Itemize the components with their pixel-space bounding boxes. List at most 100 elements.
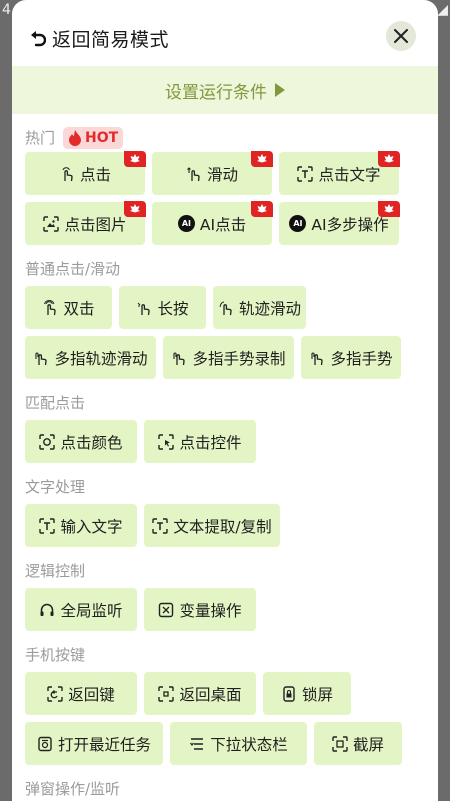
lock-screen-button[interactable]: 锁屏 bbox=[263, 672, 351, 715]
close-button[interactable] bbox=[386, 21, 416, 51]
match-row: 点击颜色 点击控件 bbox=[25, 420, 425, 463]
swipe-label: 滑动 bbox=[206, 165, 238, 184]
set-run-condition-label: 设置运行条件 bbox=[165, 82, 267, 103]
status-glyph-right: ◢ bbox=[437, 2, 448, 18]
multi-finger-record-button[interactable]: 多指手势录制 bbox=[163, 336, 294, 379]
normal-row-1: 双击 长按 轨迹滑动 bbox=[25, 286, 425, 329]
home-key-button[interactable]: 返回桌面 bbox=[144, 672, 256, 715]
ai-icon: AI bbox=[177, 215, 195, 232]
variable-op-button[interactable]: 变量操作 bbox=[144, 588, 256, 631]
multi-finger-record-label: 多指手势录制 bbox=[192, 349, 286, 368]
widget-scan-icon bbox=[158, 433, 175, 450]
global-listen-label: 全局监听 bbox=[60, 601, 123, 620]
section-title-logic: 逻辑控制 bbox=[25, 562, 425, 580]
section-title-popup: 弹窗操作/监听 bbox=[25, 780, 425, 798]
click-text-button[interactable]: 点击文字 bbox=[279, 151, 400, 195]
multi-finger-track-button[interactable]: 多指轨迹滑动 bbox=[25, 336, 156, 379]
click-widget-button[interactable]: 点击控件 bbox=[144, 420, 256, 463]
click-text-label: 点击文字 bbox=[318, 165, 381, 184]
hot-tag bbox=[378, 151, 400, 167]
track-swipe-button[interactable]: 轨迹滑动 bbox=[213, 286, 306, 329]
section-match-label: 匹配点击 bbox=[25, 394, 86, 412]
leaf-icon bbox=[130, 154, 140, 163]
extract-text-button[interactable]: 文本提取/复制 bbox=[144, 504, 280, 547]
hot-tag bbox=[251, 151, 273, 167]
section-normal-label: 普通点击/滑动 bbox=[25, 260, 121, 278]
home-key-label: 返回桌面 bbox=[179, 685, 242, 704]
multi-finger-gesture-button[interactable]: 多指手势 bbox=[301, 336, 401, 379]
text-input-icon bbox=[39, 517, 56, 534]
leaf-icon bbox=[384, 154, 394, 163]
section-keys-label: 手机按键 bbox=[25, 646, 86, 664]
hot-row-2: 点击图片 AI AI点击 AI AI多步操作 bbox=[25, 201, 425, 245]
click-image-button[interactable]: 点击图片 bbox=[25, 201, 146, 245]
double-click-button[interactable]: 双击 bbox=[25, 286, 112, 329]
screenshot-label: 截屏 bbox=[352, 735, 384, 754]
finger-tap-icon bbox=[62, 166, 73, 181]
section-title-keys: 手机按键 bbox=[25, 646, 425, 664]
long-press-button[interactable]: 长按 bbox=[119, 286, 206, 329]
input-text-button[interactable]: 输入文字 bbox=[25, 504, 137, 547]
pull-status-bar-button[interactable]: 下拉状态栏 bbox=[170, 722, 307, 765]
section-text-label: 文字处理 bbox=[25, 478, 86, 496]
leaf-icon bbox=[384, 204, 394, 213]
section-title-normal: 普通点击/滑动 bbox=[25, 260, 425, 278]
track-swipe-label: 轨迹滑动 bbox=[238, 299, 301, 318]
ai-click-button[interactable]: AI AI点击 bbox=[152, 201, 273, 245]
click-button[interactable]: 点击 bbox=[25, 151, 146, 195]
screenshot-icon bbox=[332, 735, 348, 752]
hot-badge-text: HOT bbox=[85, 130, 119, 146]
ai-multistep-button[interactable]: AI AI多步操作 bbox=[279, 201, 400, 245]
lock-phone-icon bbox=[283, 685, 295, 702]
back-label: 返回简易模式 bbox=[52, 29, 170, 51]
click-widget-label: 点击控件 bbox=[179, 433, 242, 452]
multi-finger-track-label: 多指轨迹滑动 bbox=[54, 349, 148, 368]
close-icon bbox=[394, 29, 408, 43]
hot-row-1: 点击 滑动 点击文字 bbox=[25, 151, 425, 195]
back-key-icon bbox=[47, 685, 63, 702]
section-title-hot: 热门 HOT bbox=[25, 127, 425, 149]
back-arrow-icon bbox=[31, 30, 46, 46]
ai-multistep-label: AI多步操作 bbox=[311, 215, 389, 234]
finger-swipe-icon bbox=[187, 166, 200, 181]
swipe-button[interactable]: 滑动 bbox=[152, 151, 273, 195]
back-to-simple-mode-button[interactable]: 返回简易模式 bbox=[30, 25, 169, 52]
section-popup-label: 弹窗操作/监听 bbox=[25, 780, 121, 798]
set-run-condition-bar[interactable]: 设置运行条件 bbox=[12, 66, 438, 114]
color-scan-icon bbox=[39, 433, 56, 450]
play-arrow-icon bbox=[275, 83, 285, 97]
click-color-button[interactable]: 点击颜色 bbox=[25, 420, 137, 463]
pull-status-bar-label: 下拉状态栏 bbox=[210, 735, 288, 754]
normal-row-2: 多指轨迹滑动 多指手势录制 多指手势 bbox=[25, 336, 425, 379]
multi-finger-icon bbox=[311, 351, 324, 365]
keys-row-1: 返回键 返回桌面 锁屏 bbox=[25, 672, 425, 715]
image-scan-icon bbox=[43, 215, 60, 232]
back-key-label: 返回键 bbox=[68, 685, 115, 704]
click-label: 点击 bbox=[79, 165, 111, 184]
headphones-icon bbox=[40, 603, 54, 616]
text-scan-icon bbox=[297, 165, 314, 182]
leaf-icon bbox=[257, 154, 267, 163]
text-extract-icon bbox=[152, 517, 169, 534]
long-press-icon bbox=[138, 302, 151, 315]
global-listen-button[interactable]: 全局监听 bbox=[25, 588, 137, 631]
hot-tag bbox=[124, 151, 146, 167]
section-title-match: 匹配点击 bbox=[25, 394, 425, 412]
recent-tasks-icon bbox=[38, 736, 52, 751]
multi-finger-gesture-label: 多指手势 bbox=[330, 349, 393, 368]
input-text-label: 输入文字 bbox=[60, 517, 123, 536]
leaf-icon bbox=[130, 204, 140, 213]
home-key-icon bbox=[158, 685, 175, 702]
back-key-button[interactable]: 返回键 bbox=[25, 672, 137, 715]
click-image-label: 点击图片 bbox=[64, 215, 127, 234]
text-row: 输入文字 文本提取/复制 bbox=[25, 504, 425, 547]
recent-tasks-button[interactable]: 打开最近任务 bbox=[25, 722, 163, 765]
screenshot-button[interactable]: 截屏 bbox=[314, 722, 402, 765]
finger-track-icon bbox=[219, 301, 232, 315]
section-logic-label: 逻辑控制 bbox=[25, 562, 86, 580]
lock-screen-label: 锁屏 bbox=[301, 685, 333, 704]
variable-icon bbox=[159, 602, 174, 617]
keys-row-2: 打开最近任务 下拉状态栏 截屏 bbox=[25, 722, 425, 765]
hot-tag bbox=[378, 201, 400, 217]
action-list: 热门 HOT 点击 滑动 点击文字 点击图片 AI AI点击 AI AI多步操作… bbox=[12, 127, 438, 798]
